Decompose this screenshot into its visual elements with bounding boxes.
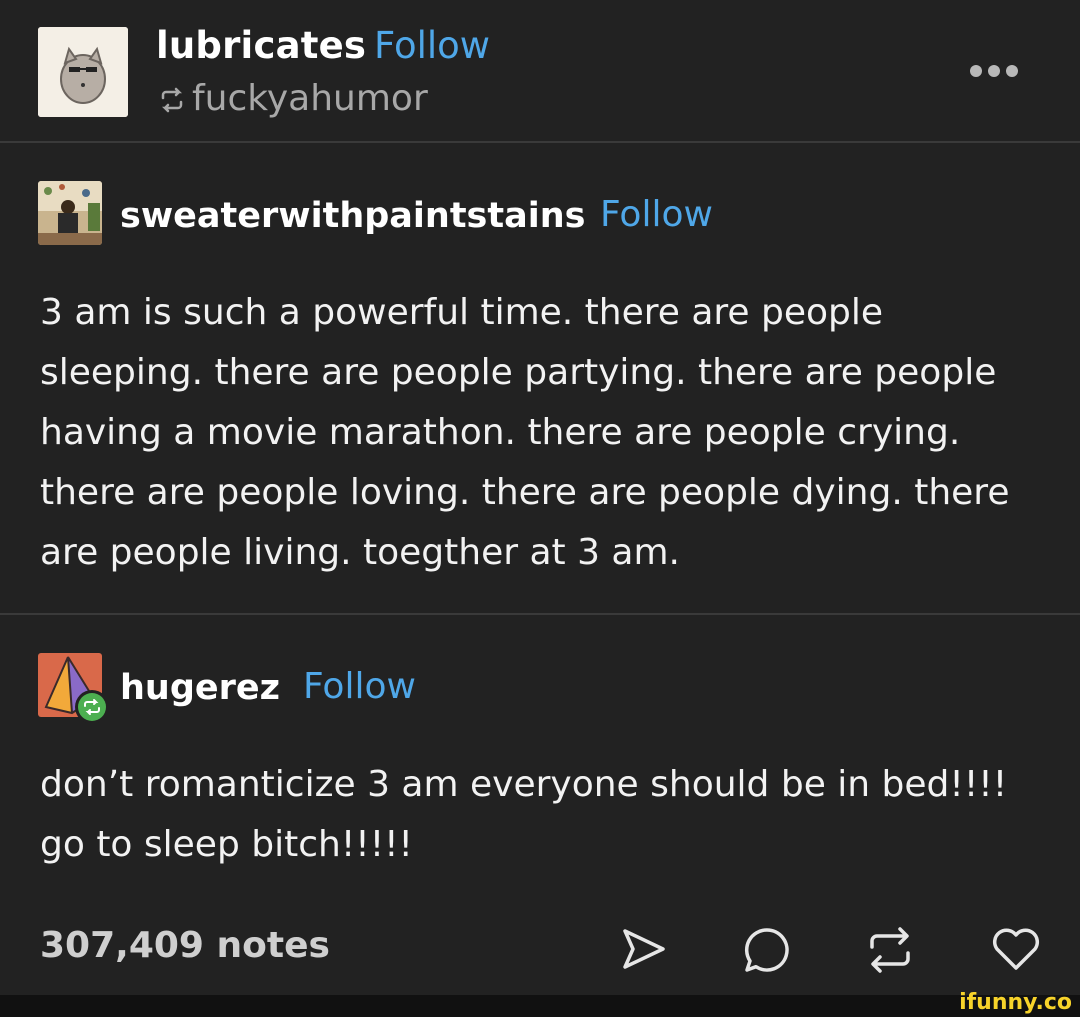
username-sweaterwithpaintstains[interactable]: sweaterwithpaintstains xyxy=(120,196,585,236)
notes-count[interactable]: 307,409 notes xyxy=(40,925,330,966)
reblog-icon[interactable] xyxy=(864,925,916,975)
post-footer: 307,409 notes xyxy=(0,905,1080,995)
more-options-icon[interactable] xyxy=(970,62,1024,81)
post-text-2: don’t romanticize 3 am everyone should b… xyxy=(40,764,1008,865)
follow-sweaterwithpaintstains[interactable]: Follow xyxy=(600,194,713,235)
avatar-sweaterwithpaintstains[interactable] xyxy=(38,181,102,245)
bottom-bar xyxy=(0,995,1080,1017)
avatar-hugerez[interactable] xyxy=(38,653,109,724)
header-follow-link[interactable]: Follow xyxy=(374,24,490,67)
reblog-icon xyxy=(161,87,183,113)
share-icon[interactable] xyxy=(620,925,668,973)
pyramid-avatar-icon xyxy=(38,653,109,724)
divider xyxy=(0,613,1080,615)
divider xyxy=(0,141,1080,143)
user-photo-icon xyxy=(38,181,102,245)
reply-icon[interactable] xyxy=(742,925,792,975)
watermark-logo: ifunny.co xyxy=(959,990,1072,1015)
username-hugerez[interactable]: hugerez xyxy=(120,668,280,708)
avatar-lubricates[interactable] xyxy=(38,27,128,117)
post-header: lubricates Follow fuckyahumor xyxy=(0,0,1080,141)
reblogged-from-label[interactable]: fuckyahumor xyxy=(192,78,428,119)
follow-hugerez[interactable]: Follow xyxy=(303,666,416,707)
reblogged-from[interactable]: fuckyahumor xyxy=(158,78,428,119)
header-username-label[interactable]: lubricates xyxy=(156,24,366,67)
pusheen-cat-icon xyxy=(38,27,128,117)
header-username[interactable]: lubricates xyxy=(156,24,366,67)
post-text-1: 3 am is such a powerful time. there are … xyxy=(40,292,1010,573)
like-heart-icon[interactable] xyxy=(990,925,1042,973)
